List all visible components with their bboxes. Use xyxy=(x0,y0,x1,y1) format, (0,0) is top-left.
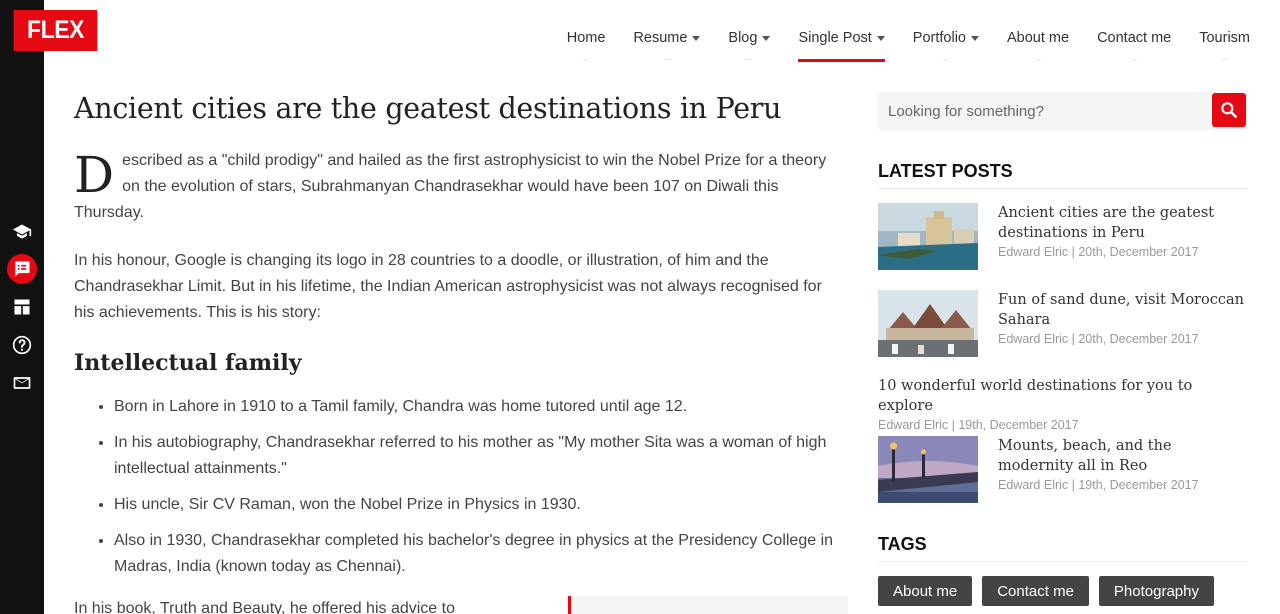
section-title: Intellectual family xyxy=(74,350,302,376)
nav-label: Contact me xyxy=(1097,30,1172,46)
main-nav: Home Resume Blog Single Post Portfolio About … xyxy=(539,0,1250,62)
list-item: In his autobiography, Chandrasekhar refe… xyxy=(114,430,844,482)
caret-down-icon xyxy=(762,36,771,41)
search-icon xyxy=(1221,102,1237,118)
post-thumbnail[interactable] xyxy=(878,203,978,270)
nav-label: Portfolio xyxy=(912,30,966,46)
nav-dot xyxy=(746,59,753,60)
list-item: Also in 1930, Chandrasekhar completed hi… xyxy=(114,528,844,580)
post-title-link[interactable]: Ancient cities are the geatest destinati… xyxy=(998,203,1250,243)
nav-dot xyxy=(583,59,590,60)
nav-dot xyxy=(1035,59,1042,60)
tag-contact-me[interactable]: Contact me xyxy=(982,576,1089,606)
article: Ancient cities are the geatest destinati… xyxy=(74,90,844,590)
nav-item-about-me[interactable]: About me xyxy=(1007,0,1069,62)
nav-dot xyxy=(663,59,670,60)
nav-item-single-post[interactable]: Single Post xyxy=(798,0,886,62)
caret-down-icon xyxy=(971,36,979,41)
search-input[interactable] xyxy=(878,92,1208,130)
tag-photography[interactable]: Photography xyxy=(1098,576,1214,606)
post-title-link[interactable]: 10 wonderful world destinations for you … xyxy=(878,376,1250,416)
post-meta: Edward Elric | 19th, December 2017 xyxy=(878,418,1079,432)
nav-item-home[interactable]: Home xyxy=(566,0,606,62)
left-icon-rail xyxy=(0,0,44,614)
nav-dot xyxy=(1221,59,1228,60)
nav-label: Resume xyxy=(633,30,688,46)
tag-about-me[interactable]: About me xyxy=(878,576,973,606)
posts-icon[interactable] xyxy=(7,254,37,284)
search-box xyxy=(878,92,1248,130)
post-meta: Edward Elric | 19th, December 2017 xyxy=(998,478,1199,492)
nav-label: Blog xyxy=(728,30,758,46)
nav-label: About me xyxy=(1007,30,1070,46)
bullet-list: Born in Lahore in 1910 to a Tamil family… xyxy=(74,394,844,580)
post-meta: Edward Elric | 20th, December 2017 xyxy=(998,245,1199,259)
caret-down-icon xyxy=(876,36,885,41)
nav-item-contact-me[interactable]: Contact me xyxy=(1097,0,1171,62)
help-icon[interactable] xyxy=(7,330,37,360)
nav-label: Home xyxy=(566,30,606,46)
post-thumbnail[interactable] xyxy=(878,290,978,357)
list-item: His uncle, Sir CV Raman, won the Nobel P… xyxy=(114,492,844,518)
nav-item-blog[interactable]: Blog xyxy=(728,0,771,62)
quote-box xyxy=(568,596,848,614)
post-meta: Edward Elric | 20th, December 2017 xyxy=(998,332,1199,346)
tags-title: TAGS xyxy=(878,534,1248,562)
latest-posts-title: LATEST POSTS xyxy=(878,161,1248,189)
post-title-link[interactable]: Fun of sand dune, visit Moroccan Sahara xyxy=(998,290,1250,330)
tag-list: About me Contact me Photography xyxy=(878,576,1224,606)
intro-text: escribed as a "child prodigy" and hailed… xyxy=(74,152,827,221)
intro-paragraph: Described as a "child prodigy" and haile… xyxy=(74,148,844,226)
nav-item-portfolio[interactable]: Portfolio xyxy=(913,0,979,62)
dropcap: D xyxy=(74,146,115,204)
portfolio-grid-icon[interactable] xyxy=(7,292,37,322)
nav-label: Tourism xyxy=(1199,30,1250,46)
list-item: Born in Lahore in 1910 to a Tamil family… xyxy=(114,394,844,420)
search-button[interactable] xyxy=(1212,93,1246,127)
post-title-link[interactable]: Mounts, beach, and the modernity all in … xyxy=(998,436,1250,476)
graduation-cap-icon[interactable] xyxy=(7,217,37,247)
caret-down-icon xyxy=(692,36,701,41)
post-title: Ancient cities are the geatest destinati… xyxy=(74,92,782,125)
post-thumbnail[interactable] xyxy=(878,436,978,503)
site-logo[interactable]: FLEX xyxy=(13,10,98,51)
tail-paragraph: In his book, Truth and Beauty, he offere… xyxy=(74,600,455,614)
mail-icon[interactable] xyxy=(7,368,37,398)
nav-item-tourism[interactable]: Tourism xyxy=(1199,0,1250,62)
nav-label: Single Post xyxy=(798,30,872,46)
nav-dot xyxy=(942,59,949,60)
nav-dot xyxy=(1131,59,1138,60)
nav-item-resume[interactable]: Resume xyxy=(633,0,701,62)
body-paragraph: In his honour, Google is changing its lo… xyxy=(74,252,822,321)
